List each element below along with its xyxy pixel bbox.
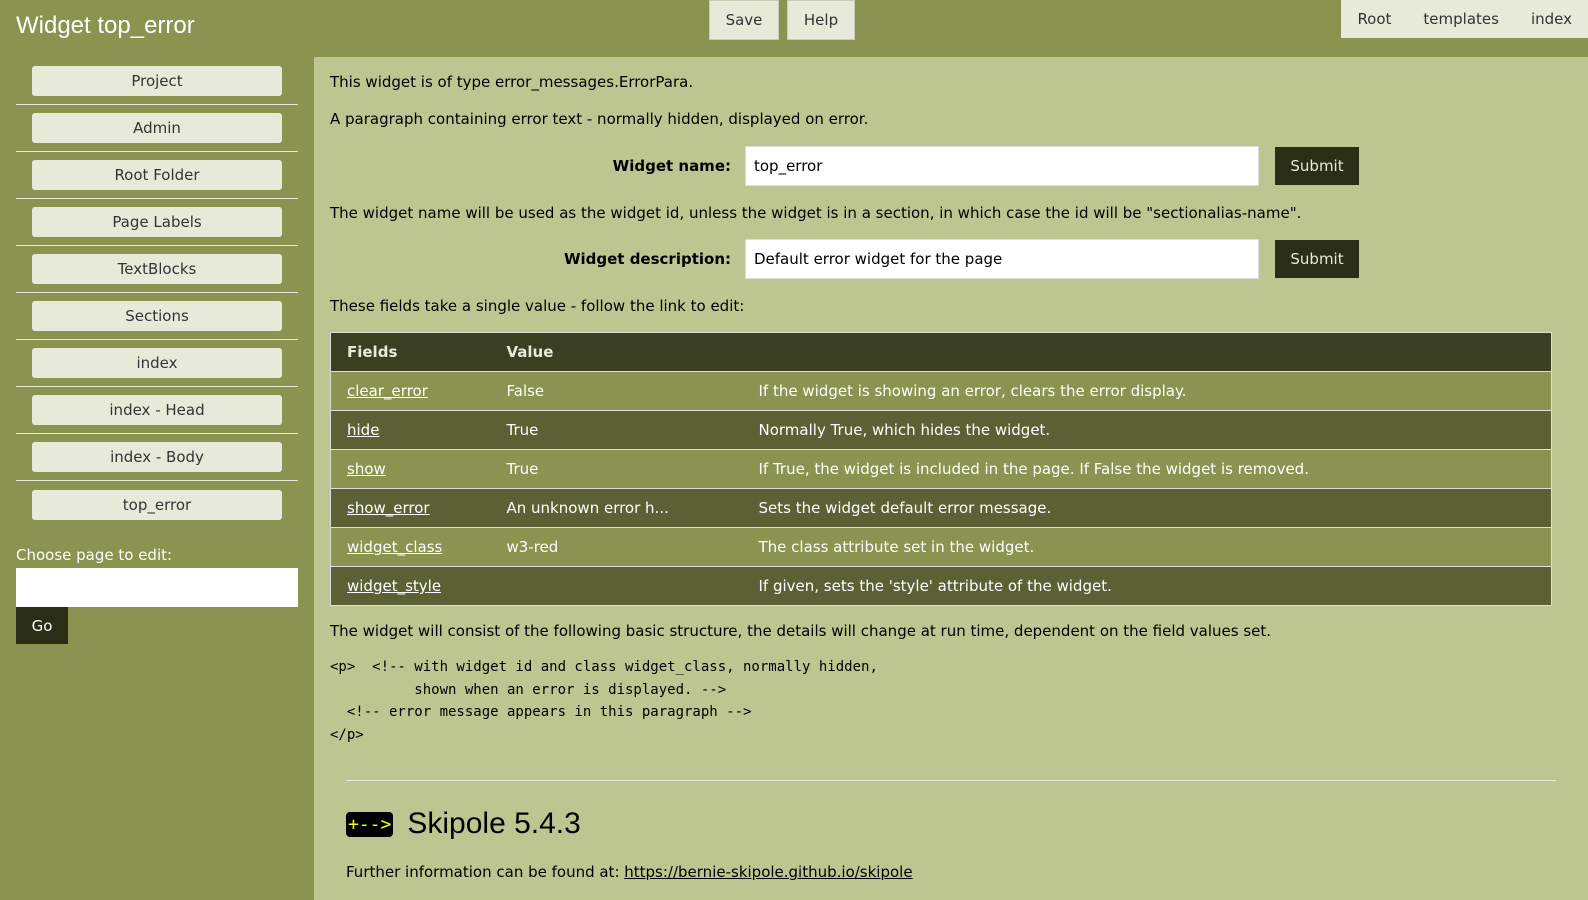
sidebar-item-root-folder[interactable]: Root Folder <box>32 160 282 190</box>
col-fields: Fields <box>330 332 491 372</box>
skipole-version: Skipole 5.4.3 <box>407 807 581 840</box>
save-button[interactable]: Save <box>709 0 779 40</box>
divider <box>346 780 1556 781</box>
field-value: False <box>490 371 743 411</box>
skipole-link[interactable]: https://bernie-skipole.github.io/skipole <box>624 863 912 881</box>
nav-index[interactable]: index <box>1515 10 1588 28</box>
sidebar-item-textblocks[interactable]: TextBlocks <box>32 254 282 284</box>
widget-name-submit[interactable]: Submit <box>1275 147 1359 185</box>
widget-desc-label: Widget description: <box>563 250 731 268</box>
field-link[interactable]: hide <box>347 421 379 439</box>
sidebar-item-index[interactable]: index <box>32 348 282 378</box>
sidebar: Project Admin Root Folder Page Labels Te… <box>16 58 298 644</box>
sidebar-item-project[interactable]: Project <box>32 66 282 96</box>
sidebar-item-top-error[interactable]: top_error <box>32 489 282 520</box>
main-content: This widget is of type error_messages.Er… <box>314 57 1588 900</box>
field-value: True <box>490 410 743 450</box>
fields-intro: These fields take a single value - follo… <box>330 297 745 315</box>
help-button[interactable]: Help <box>787 0 855 40</box>
structure-intro: The widget will consist of the following… <box>330 622 1272 640</box>
table-row: clear_error False If the widget is showing… <box>330 371 1552 411</box>
widget-name-input[interactable] <box>745 146 1259 186</box>
table-row: widget_style If given, sets the 'style' a… <box>330 566 1552 606</box>
table-row: widget_class w3-red The class attribute se… <box>330 527 1552 567</box>
widget-desc-input[interactable] <box>745 239 1259 279</box>
field-description: The class attribute set in the widget. <box>742 527 1552 567</box>
page-title: Widget top_error <box>16 12 195 39</box>
choose-page-input[interactable] <box>16 568 298 607</box>
sidebar-item-index-head[interactable]: index - Head <box>32 395 282 425</box>
field-link[interactable]: show <box>347 460 386 478</box>
footer-brand: +--> Skipole 5.4.3 <box>346 807 1556 841</box>
fields-table: Fields Value clear_error False If the widge… <box>330 332 1552 606</box>
footer-info-text: Further information can be found at: <box>346 863 625 881</box>
field-description: Normally True, which hides the widget. <box>742 410 1552 450</box>
top-nav: Root templates index <box>1341 0 1588 38</box>
field-description: If given, sets the 'style' attribute of … <box>742 566 1552 606</box>
sidebar-item-page-labels[interactable]: Page Labels <box>32 207 282 237</box>
field-description: Sets the widget default error message. <box>742 488 1552 528</box>
field-value: An unknown error h... <box>490 488 743 528</box>
widget-name-label: Widget name: <box>612 157 731 175</box>
table-row: show_error An unknown error h... Sets the … <box>330 488 1552 528</box>
col-description <box>742 332 1552 372</box>
field-description: If the widget is showing an error, clear… <box>742 371 1552 411</box>
footer-info: Further information can be found at: htt… <box>346 863 1556 881</box>
widget-desc-submit[interactable]: Submit <box>1275 240 1359 278</box>
field-link[interactable]: clear_error <box>347 382 428 400</box>
field-value <box>490 566 743 606</box>
field-description: If True, the widget is included in the p… <box>742 449 1552 489</box>
sidebar-item-admin[interactable]: Admin <box>32 113 282 143</box>
nav-root[interactable]: Root <box>1341 10 1407 28</box>
go-button[interactable]: Go <box>16 607 68 644</box>
choose-page-label: Choose page to edit: <box>16 546 173 564</box>
table-row: show True If True, the widget is included … <box>330 449 1552 489</box>
col-value: Value <box>490 332 743 372</box>
field-link[interactable]: show_error <box>347 499 430 517</box>
widget-type-text: This widget is of type error_messages.Er… <box>330 73 694 91</box>
widget-desc-text: A paragraph containing error text - norm… <box>330 110 869 128</box>
structure-code: <p> <!-- with widget id and class widget… <box>330 659 878 743</box>
table-row: hide True Normally True, which hides the w… <box>330 410 1552 450</box>
field-link[interactable]: widget_style <box>347 577 441 595</box>
nav-templates[interactable]: templates <box>1407 10 1515 28</box>
field-value: w3-red <box>490 527 743 567</box>
field-link[interactable]: widget_class <box>347 538 442 556</box>
skipole-logo: +--> <box>346 811 394 837</box>
field-value: True <box>490 449 743 489</box>
sidebar-item-sections[interactable]: Sections <box>32 301 282 331</box>
widget-name-note: The widget name will be used as the widg… <box>330 204 1302 222</box>
sidebar-item-index-body[interactable]: index - Body <box>32 442 282 472</box>
